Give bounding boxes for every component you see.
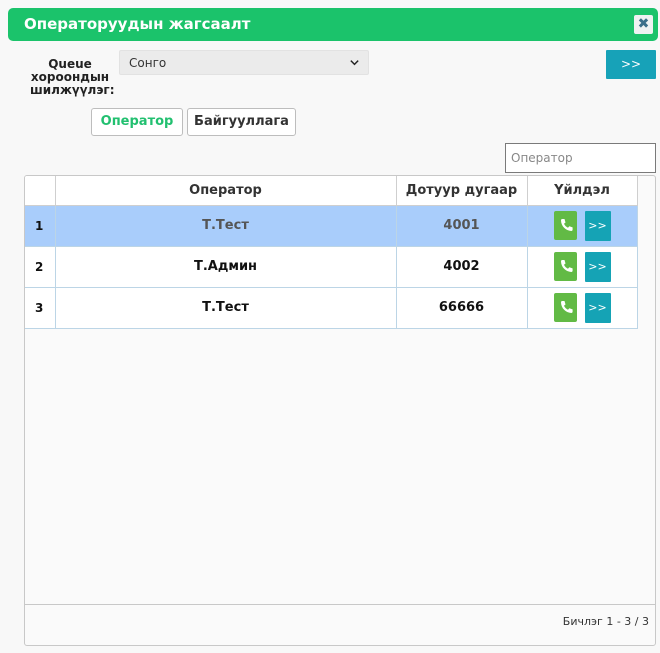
close-button[interactable]: ✖ xyxy=(634,15,653,34)
row-number: 3 xyxy=(25,287,56,329)
extension-number: 4002 xyxy=(396,246,528,288)
call-button[interactable] xyxy=(553,211,577,240)
call-button[interactable] xyxy=(553,293,577,322)
operator-name: Т.Админ xyxy=(55,246,397,288)
pager-info: Бичлэг 1 - 3 / 3 xyxy=(562,615,649,628)
grid-footer-divider xyxy=(25,604,655,605)
phone-icon xyxy=(560,219,573,231)
row-actions: >> xyxy=(527,205,638,247)
row-number: 1 xyxy=(25,205,56,247)
column-header-extension[interactable]: Дотуур дугаар xyxy=(396,176,528,206)
column-header-number xyxy=(25,176,56,206)
operator-table: Оператор Дотуур дугаар Үйлдэл 1 Т.Тест 4… xyxy=(25,176,638,329)
column-header-operator[interactable]: Оператор xyxy=(55,176,397,206)
operator-list-dialog: Операторуудын жагсаалт ✖ Queue хороондын… xyxy=(0,0,660,653)
table-row[interactable]: 2 Т.Админ 4002 >> xyxy=(25,246,638,288)
tab-organization[interactable]: Байгууллага xyxy=(187,108,296,136)
row-actions: >> xyxy=(527,246,638,288)
tab-operator[interactable]: Оператор xyxy=(91,108,183,136)
forward-button[interactable]: >> xyxy=(584,210,611,241)
table-row[interactable]: 1 Т.Тест 4001 >> xyxy=(25,205,638,247)
title-bar: Операторуудын жагсаалт ✖ xyxy=(8,8,658,41)
queue-select-value: Сонго xyxy=(129,56,167,70)
column-header-action: Үйлдэл xyxy=(527,176,638,206)
operator-name: Т.Тест xyxy=(55,205,397,247)
queue-transfer-label: Queue хороондын шилжүүлэг: xyxy=(30,57,115,97)
forward-button[interactable]: >> xyxy=(584,292,611,323)
phone-icon xyxy=(560,301,573,313)
queue-select[interactable]: Сонго xyxy=(119,50,369,75)
chevron-down-icon xyxy=(350,60,359,66)
row-actions: >> xyxy=(527,287,638,329)
extension-number: 66666 xyxy=(396,287,528,329)
dialog-title: Операторуудын жагсаалт xyxy=(24,15,251,33)
table-header-row: Оператор Дотуур дугаар Үйлдэл xyxy=(25,176,638,206)
operator-search-input[interactable] xyxy=(505,143,656,173)
operator-name: Т.Тест xyxy=(55,287,397,329)
table-row[interactable]: 3 Т.Тест 66666 >> xyxy=(25,287,638,329)
extension-number: 4001 xyxy=(396,205,528,247)
call-button[interactable] xyxy=(553,252,577,281)
phone-icon xyxy=(560,260,573,272)
queue-forward-button[interactable]: >> xyxy=(606,50,656,79)
close-icon: ✖ xyxy=(637,16,650,32)
forward-button[interactable]: >> xyxy=(584,251,611,282)
operator-grid: Оператор Дотуур дугаар Үйлдэл 1 Т.Тест 4… xyxy=(24,175,656,646)
row-number: 2 xyxy=(25,246,56,288)
